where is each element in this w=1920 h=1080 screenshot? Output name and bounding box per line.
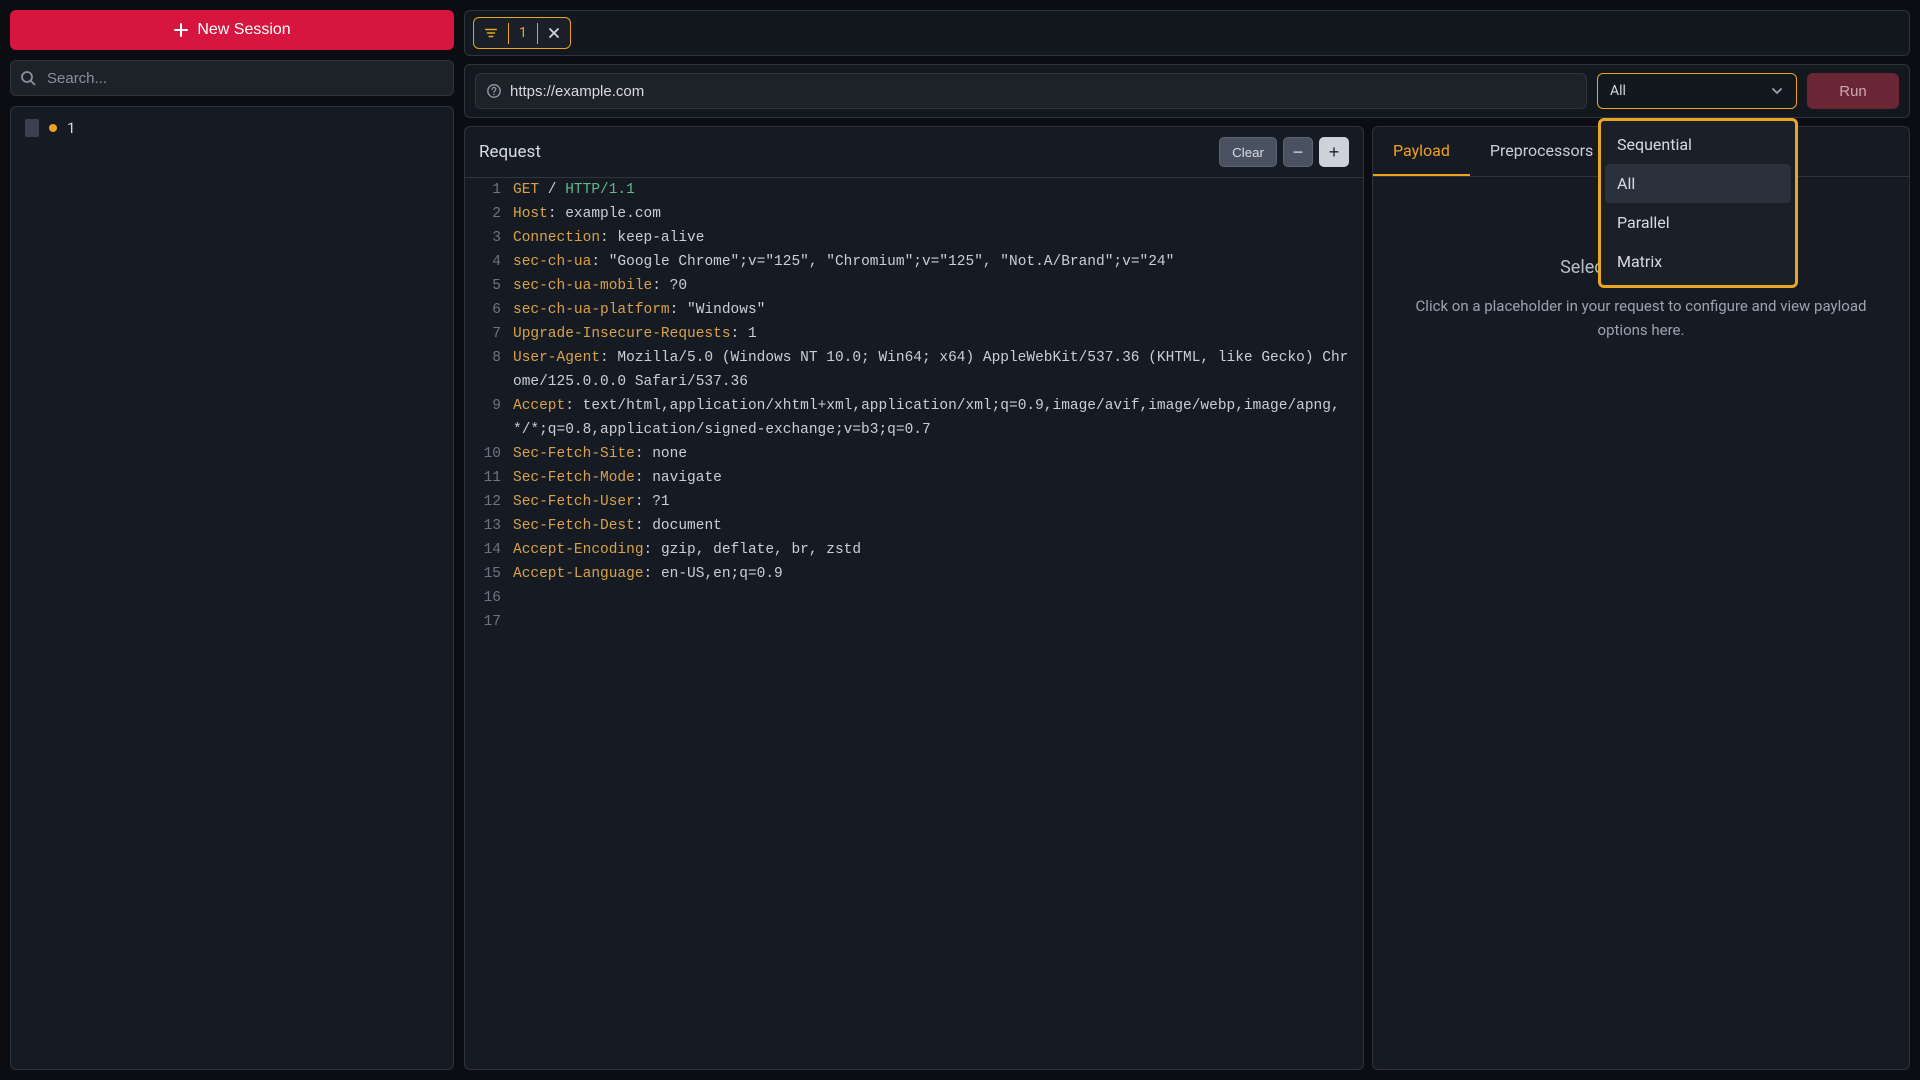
line-content: sec-ch-ua-mobile: ?0	[513, 274, 1363, 298]
session-tab[interactable]: 1	[473, 17, 571, 49]
url-bar: All Sequential All Parallel Matrix Run	[464, 64, 1910, 118]
mode-dropdown: Sequential All Parallel Matrix	[1598, 118, 1798, 288]
sidebar: New Session 1	[10, 10, 454, 1070]
tab-strip: 1	[464, 10, 1910, 56]
editor-line[interactable]: 3Connection: keep-alive	[465, 226, 1363, 250]
collapse-button[interactable]: −	[1283, 137, 1313, 167]
help-icon[interactable]	[486, 83, 502, 99]
line-content: Sec-Fetch-User: ?1	[513, 490, 1363, 514]
line-number: 13	[465, 514, 513, 538]
line-content: Connection: keep-alive	[513, 226, 1363, 250]
editor-line[interactable]: 6sec-ch-ua-platform: "Windows"	[465, 298, 1363, 322]
line-number: 5	[465, 274, 513, 298]
editor-line[interactable]: 2Host: example.com	[465, 202, 1363, 226]
editor-line[interactable]: 9Accept: text/html,application/xhtml+xml…	[465, 394, 1363, 442]
editor-line[interactable]: 16	[465, 586, 1363, 610]
request-header: Request Clear − +	[465, 127, 1363, 178]
line-content: Accept-Encoding: gzip, deflate, br, zstd	[513, 538, 1363, 562]
editor-line[interactable]: 8User-Agent: Mozilla/5.0 (Windows NT 10.…	[465, 346, 1363, 394]
drag-handle-icon[interactable]	[25, 119, 39, 137]
add-button[interactable]: +	[1319, 137, 1349, 167]
line-content: GET / HTTP/1.1	[513, 178, 1363, 202]
plus-icon	[173, 22, 189, 38]
line-number: 11	[465, 466, 513, 490]
mode-option-parallel[interactable]: Parallel	[1605, 203, 1791, 242]
line-number: 15	[465, 562, 513, 586]
clear-button[interactable]: Clear	[1219, 137, 1277, 167]
line-content	[513, 610, 1363, 634]
search-input[interactable]	[10, 60, 454, 96]
minus-icon: −	[1293, 142, 1304, 163]
line-content: Accept: text/html,application/xhtml+xml,…	[513, 394, 1363, 442]
empty-subtitle: Click on a placeholder in your request t…	[1397, 294, 1885, 342]
editor-line[interactable]: 15Accept-Language: en-US,en;q=0.9	[465, 562, 1363, 586]
plus-icon: +	[1329, 142, 1340, 163]
editor-line[interactable]: 12Sec-Fetch-User: ?1	[465, 490, 1363, 514]
editor-line[interactable]: 17	[465, 610, 1363, 634]
search-icon	[20, 70, 36, 86]
line-number: 10	[465, 442, 513, 466]
line-number: 7	[465, 322, 513, 346]
session-label: 1	[67, 119, 75, 137]
search-wrap	[10, 60, 454, 96]
editor-line[interactable]: 5sec-ch-ua-mobile: ?0	[465, 274, 1363, 298]
request-title: Request	[479, 142, 541, 162]
line-number: 14	[465, 538, 513, 562]
line-content: User-Agent: Mozilla/5.0 (Windows NT 10.0…	[513, 346, 1363, 394]
line-number: 8	[465, 346, 513, 394]
mode-option-sequential[interactable]: Sequential	[1605, 125, 1791, 164]
payload-empty-state: Select a placeholder Click on a placehol…	[1373, 177, 1909, 1069]
tab-preprocessors[interactable]: Preprocessors	[1470, 127, 1613, 176]
line-content: sec-ch-ua: "Google Chrome";v="125", "Chr…	[513, 250, 1363, 274]
line-content: Sec-Fetch-Site: none	[513, 442, 1363, 466]
status-dot-icon	[49, 124, 57, 132]
mode-option-all[interactable]: All	[1605, 164, 1791, 203]
filter-icon[interactable]	[474, 18, 508, 48]
request-actions: Clear − +	[1219, 137, 1349, 167]
mode-selected-label: All	[1610, 83, 1626, 99]
line-number: 9	[465, 394, 513, 442]
line-number: 1	[465, 178, 513, 202]
new-session-button[interactable]: New Session	[10, 10, 454, 50]
line-number: 17	[465, 610, 513, 634]
line-content: Sec-Fetch-Dest: document	[513, 514, 1363, 538]
url-input[interactable]	[510, 83, 1576, 100]
editor-line[interactable]: 4sec-ch-ua: "Google Chrome";v="125", "Ch…	[465, 250, 1363, 274]
line-content: Sec-Fetch-Mode: navigate	[513, 466, 1363, 490]
line-number: 12	[465, 490, 513, 514]
line-number: 4	[465, 250, 513, 274]
session-tab-label: 1	[509, 18, 537, 48]
main: 1 All Sequential All Parallel Matrix	[464, 10, 1910, 1070]
close-tab-button[interactable]	[538, 18, 570, 48]
editor-line[interactable]: 1GET / HTTP/1.1	[465, 178, 1363, 202]
line-content: sec-ch-ua-platform: "Windows"	[513, 298, 1363, 322]
line-content	[513, 586, 1363, 610]
session-list: 1	[10, 106, 454, 1070]
editor-line[interactable]: 10Sec-Fetch-Site: none	[465, 442, 1363, 466]
line-content: Accept-Language: en-US,en;q=0.9	[513, 562, 1363, 586]
line-number: 2	[465, 202, 513, 226]
line-number: 16	[465, 586, 513, 610]
tab-payload[interactable]: Payload	[1373, 127, 1470, 176]
run-button[interactable]: Run	[1807, 73, 1899, 109]
url-input-wrap	[475, 73, 1587, 109]
request-panel: Request Clear − + 1GET / HTTP/1.12Host: …	[464, 126, 1364, 1070]
line-content: Upgrade-Insecure-Requests: 1	[513, 322, 1363, 346]
mode-option-matrix[interactable]: Matrix	[1605, 242, 1791, 281]
editor-line[interactable]: 13Sec-Fetch-Dest: document	[465, 514, 1363, 538]
line-number: 6	[465, 298, 513, 322]
mode-select[interactable]: All Sequential All Parallel Matrix	[1597, 73, 1797, 109]
editor-line[interactable]: 11Sec-Fetch-Mode: navigate	[465, 466, 1363, 490]
session-item[interactable]: 1	[17, 113, 447, 143]
line-content: Host: example.com	[513, 202, 1363, 226]
line-number: 3	[465, 226, 513, 250]
request-editor[interactable]: 1GET / HTTP/1.12Host: example.com3Connec…	[465, 178, 1363, 1069]
chevron-down-icon	[1770, 84, 1784, 98]
new-session-label: New Session	[197, 21, 290, 39]
editor-line[interactable]: 14Accept-Encoding: gzip, deflate, br, zs…	[465, 538, 1363, 562]
editor-line[interactable]: 7Upgrade-Insecure-Requests: 1	[465, 322, 1363, 346]
